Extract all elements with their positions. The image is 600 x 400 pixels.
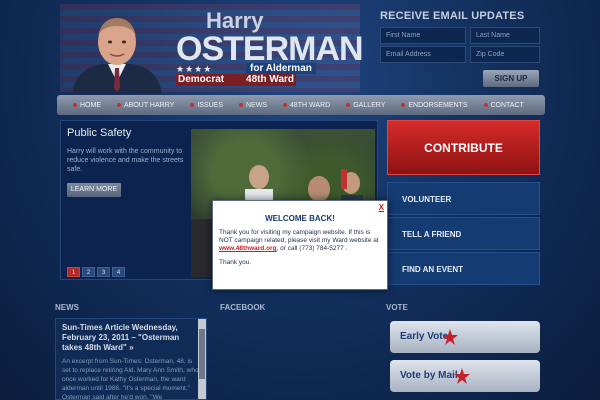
party-label: Democrat bbox=[178, 74, 225, 85]
learn-more-button[interactable]: LEARN MORE bbox=[67, 183, 121, 197]
nav-label: ISSUES bbox=[197, 101, 223, 109]
news-feed[interactable]: Sun-Times Article Wednesday, February 23… bbox=[55, 318, 207, 400]
first-name-placeholder: First Name bbox=[386, 32, 421, 39]
modal-body-phone: , or call (773) 784-5277 . bbox=[276, 245, 348, 252]
early-vote-label: Early Vote bbox=[400, 331, 449, 342]
nav-label: ABOUT HARRY bbox=[124, 101, 175, 109]
email-field[interactable]: Email Address bbox=[380, 46, 466, 63]
slide-text: Public Safety Harry will work with the c… bbox=[67, 127, 187, 174]
nav-label: ENDORSEMENTS bbox=[408, 101, 468, 109]
main-nav: HOME ABOUT HARRY ISSUES NEWS 48th WARD G… bbox=[57, 95, 545, 115]
for-alderman-label: for Alderman bbox=[246, 63, 316, 74]
slide-page-2[interactable]: 2 bbox=[82, 267, 95, 277]
nav-label: GALLERY bbox=[353, 101, 386, 109]
last-name-placeholder: Last Name bbox=[476, 32, 510, 39]
email-signup: Receive Email Updates bbox=[380, 10, 544, 28]
candidate-last-name: OSTERMAN bbox=[176, 30, 364, 68]
nav-item-issues[interactable]: ISSUES bbox=[182, 102, 231, 109]
zip-code-field[interactable]: Zip Code bbox=[470, 46, 540, 63]
nav-item-gallery[interactable]: GALLERY bbox=[338, 102, 393, 109]
early-vote-button[interactable]: Early Vote bbox=[390, 321, 540, 353]
bullet-icon bbox=[239, 103, 243, 107]
vote-by-mail-button[interactable]: Vote by Mail bbox=[390, 360, 540, 392]
modal-title: WELCOME BACK! bbox=[265, 214, 335, 223]
slide-body: Harry will work with the community to re… bbox=[67, 148, 184, 173]
nav-label: NEWS bbox=[246, 101, 267, 109]
bullet-icon bbox=[483, 103, 488, 107]
bullet-icon bbox=[401, 103, 406, 107]
star-icon bbox=[442, 329, 458, 345]
facebook-section-title: FACEBOOK bbox=[220, 303, 266, 312]
nav-item-48th-ward[interactable]: 48th WARD bbox=[275, 102, 338, 109]
candidate-first-name: Harry bbox=[206, 8, 264, 33]
email-signup-title: Receive Email Updates bbox=[380, 10, 525, 22]
email-placeholder: Email Address bbox=[386, 51, 431, 58]
welcome-modal: X WELCOME BACK! Thank you for visiting m… bbox=[212, 200, 388, 290]
vote-section-title: VOTE bbox=[386, 303, 408, 312]
nav-item-endorsements[interactable]: ENDORSEMENTS bbox=[393, 102, 475, 109]
scrollbar-thumb[interactable] bbox=[199, 329, 205, 379]
ward-label: 48th Ward bbox=[246, 74, 294, 85]
zip-code-placeholder: Zip Code bbox=[476, 51, 505, 58]
modal-body-text: Thank you for visiting my campaign websi… bbox=[219, 229, 379, 244]
modal-body: Thank you for visiting my campaign websi… bbox=[213, 223, 387, 253]
first-name-field[interactable]: First Name bbox=[380, 27, 466, 44]
slide-title: Public Safety bbox=[67, 127, 132, 139]
news-section-title: NEWS bbox=[55, 303, 79, 312]
contribute-button[interactable]: CONTRIBUTE bbox=[387, 120, 540, 175]
bullet-icon bbox=[73, 103, 77, 107]
nav-item-contact[interactable]: CONTACT bbox=[476, 102, 532, 109]
close-icon[interactable]: X bbox=[379, 203, 384, 212]
nav-label: 48th WARD bbox=[290, 101, 331, 109]
news-scrollbar[interactable] bbox=[198, 319, 206, 399]
volunteer-button[interactable]: VOLUNTEER bbox=[387, 182, 540, 215]
nav-item-home[interactable]: HOME bbox=[65, 102, 109, 109]
slide-page-4[interactable]: 4 bbox=[112, 267, 125, 277]
nav-item-about-harry[interactable]: ABOUT HARRY bbox=[109, 102, 182, 109]
star-icon bbox=[454, 368, 470, 384]
bullet-icon bbox=[346, 103, 351, 107]
tell-a-friend-button[interactable]: TELL A FRIEND bbox=[387, 217, 540, 250]
nav-label: HOME bbox=[80, 101, 101, 109]
sign-up-button[interactable]: SIGN UP bbox=[483, 70, 539, 87]
party-ward-banner: Democrat 48th Ward bbox=[176, 74, 296, 86]
bullet-icon bbox=[283, 103, 287, 107]
ward-website-link[interactable]: www.48thward.org bbox=[219, 245, 277, 252]
vote-by-mail-label: Vote by Mail bbox=[400, 370, 458, 381]
nav-item-news[interactable]: NEWS bbox=[231, 102, 275, 109]
bullet-icon bbox=[190, 103, 195, 107]
bullet-icon bbox=[117, 103, 121, 107]
news-headline-link[interactable]: Sun-Times Article Wednesday, February 23… bbox=[56, 319, 206, 353]
slide-pager: 1 2 3 4 bbox=[67, 267, 125, 277]
news-excerpt: An excerpt from Sun-Times: Osterman, 48,… bbox=[62, 358, 199, 400]
last-name-field[interactable]: Last Name bbox=[470, 27, 540, 44]
candidate-portrait bbox=[72, 18, 162, 94]
slide-page-3[interactable]: 3 bbox=[97, 267, 110, 277]
nav-label: CONTACT bbox=[490, 101, 524, 109]
candidate-name: Harry OSTERMAN bbox=[176, 8, 366, 68]
header: Harry OSTERMAN ★★★★ for Alderman Democra… bbox=[0, 0, 600, 94]
find-an-event-button[interactable]: FIND AN EVENT bbox=[387, 252, 540, 285]
modal-thanks: Thank you. bbox=[219, 259, 252, 266]
slide-page-1[interactable]: 1 bbox=[67, 267, 80, 277]
